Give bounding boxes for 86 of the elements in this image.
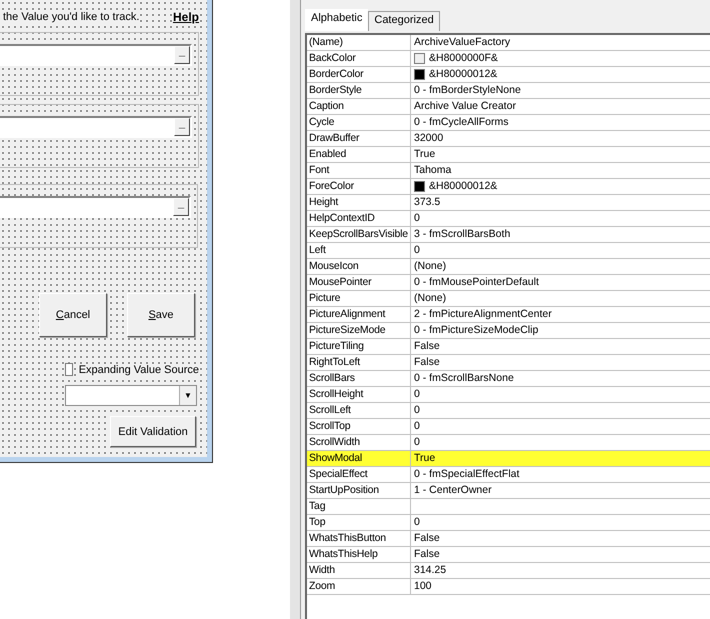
property-value[interactable]: False — [414, 355, 440, 370]
tab[interactable]: Alphabetic — [305, 9, 368, 31]
property-value[interactable]: False — [414, 547, 440, 562]
property-value[interactable]: Tahoma — [414, 163, 452, 178]
edit-validation-button[interactable]: Edit Validation — [110, 416, 196, 447]
property-name[interactable]: Font — [307, 163, 411, 178]
property-value[interactable]: 314.25 — [414, 563, 446, 578]
checkbox[interactable] — [65, 363, 73, 376]
property-name[interactable]: RightToLeft — [307, 355, 411, 370]
property-name[interactable]: (Name) — [307, 35, 411, 50]
property-value[interactable]: &H8000000F& — [429, 51, 498, 66]
property-name[interactable]: BackColor — [307, 51, 411, 66]
property-name[interactable]: ScrollBars — [307, 371, 411, 386]
property-value[interactable]: 100 — [414, 579, 432, 594]
property-name[interactable]: MousePointer — [307, 275, 411, 290]
property-value[interactable]: &H80000012& — [429, 67, 498, 82]
property-name[interactable]: Height — [307, 195, 411, 210]
property-name[interactable]: ShowModal — [307, 451, 411, 466]
property-value[interactable]: 0 — [414, 515, 420, 530]
property-value[interactable]: (None) — [414, 291, 446, 306]
property-name[interactable]: Zoom — [307, 579, 411, 594]
property-name[interactable]: PictureSizeMode — [307, 323, 411, 338]
property-value[interactable]: &H80000012& — [429, 179, 498, 194]
property-name[interactable]: Cycle — [307, 115, 411, 130]
property-value[interactable]: 0 — [414, 243, 420, 258]
property-name[interactable]: ScrollLeft — [307, 403, 411, 418]
combo-box[interactable]: ▼ — [65, 385, 197, 406]
instruction-text: the Value you'd like to track. — [0, 11, 140, 23]
property-name[interactable]: PictureTiling — [307, 339, 411, 354]
browse-button[interactable]: _ — [174, 118, 190, 136]
property-value[interactable]: 0 - fmPictureSizeModeClip — [414, 323, 538, 338]
text-field[interactable]: _ — [0, 196, 191, 218]
text-field[interactable]: _ — [0, 44, 192, 66]
property-value[interactable]: 0 — [414, 435, 420, 450]
property-name[interactable]: ScrollWidth — [307, 435, 411, 450]
property-name[interactable]: Tag — [307, 499, 411, 514]
property-name[interactable]: Caption — [307, 99, 411, 114]
property-name[interactable]: BorderStyle — [307, 83, 411, 98]
property-value[interactable]: 0 — [414, 211, 420, 226]
dialog-button[interactable]: Cancel — [39, 293, 107, 337]
property-name[interactable]: WhatsThisButton — [307, 531, 411, 546]
property-value[interactable]: 0 - fmBorderStyleNone — [414, 83, 521, 98]
property-name[interactable]: Width — [307, 563, 411, 578]
property-value[interactable]: 373.5 — [414, 195, 440, 210]
property-value[interactable]: 0 — [414, 387, 420, 402]
property-value[interactable]: 0 - fmMousePointerDefault — [414, 275, 539, 290]
property-value[interactable]: True — [414, 451, 436, 466]
property-value[interactable]: ArchiveValueFactory — [414, 35, 510, 50]
checkbox-label: Expanding Value Source — [78, 364, 199, 376]
property-name[interactable]: MouseIcon — [307, 259, 411, 274]
property-value[interactable]: (None) — [414, 259, 446, 274]
property-name[interactable]: SpecialEffect — [307, 467, 411, 482]
dialog-button[interactable]: Save — [127, 293, 195, 337]
property-name[interactable]: StartUpPosition — [307, 483, 411, 498]
property-name[interactable]: Top — [307, 515, 411, 530]
property-value[interactable]: True — [414, 147, 436, 162]
property-name[interactable]: HelpContextID — [307, 211, 411, 226]
property-name[interactable]: ScrollTop — [307, 419, 411, 434]
dropdown-button[interactable]: ▼ — [179, 386, 196, 405]
property-name[interactable]: ForeColor — [307, 179, 411, 194]
property-name[interactable]: DrawBuffer — [307, 131, 411, 146]
property-value[interactable]: Archive Value Creator — [414, 99, 516, 114]
property-value[interactable]: 0 — [414, 403, 420, 418]
property-name[interactable]: Left — [307, 243, 411, 258]
text-field[interactable]: _ — [0, 116, 192, 138]
property-value[interactable]: False — [414, 531, 440, 546]
property-value[interactable]: 0 — [414, 419, 420, 434]
property-name[interactable]: BorderColor — [307, 67, 411, 82]
browse-button[interactable]: _ — [174, 46, 190, 64]
browse-button[interactable]: _ — [173, 198, 189, 216]
help-link[interactable]: Help — [172, 10, 199, 24]
property-value[interactable]: 0 - fmCycleAllForms — [414, 115, 509, 130]
property-value[interactable]: 2 - fmPictureAlignmentCenter — [414, 307, 552, 322]
property-value[interactable]: False — [414, 339, 440, 354]
property-value[interactable]: 32000 — [414, 131, 444, 146]
property-value[interactable]: 3 - fmScrollBarsBoth — [414, 227, 510, 242]
tab[interactable]: Categorized — [368, 11, 440, 31]
property-value[interactable]: 0 - fmScrollBarsNone — [414, 371, 514, 386]
property-value[interactable]: 0 - fmSpecialEffectFlat — [414, 467, 520, 482]
property-name[interactable]: PictureAlignment — [307, 307, 411, 322]
property-name[interactable]: KeepScrollBarsVisible — [307, 227, 411, 242]
property-name[interactable]: WhatsThisHelp — [307, 547, 411, 562]
property-name[interactable]: ScrollHeight — [307, 387, 411, 402]
property-name[interactable]: Enabled — [307, 147, 411, 162]
property-value[interactable]: 1 - CenterOwner — [414, 483, 492, 498]
property-name[interactable]: Picture — [307, 291, 411, 306]
